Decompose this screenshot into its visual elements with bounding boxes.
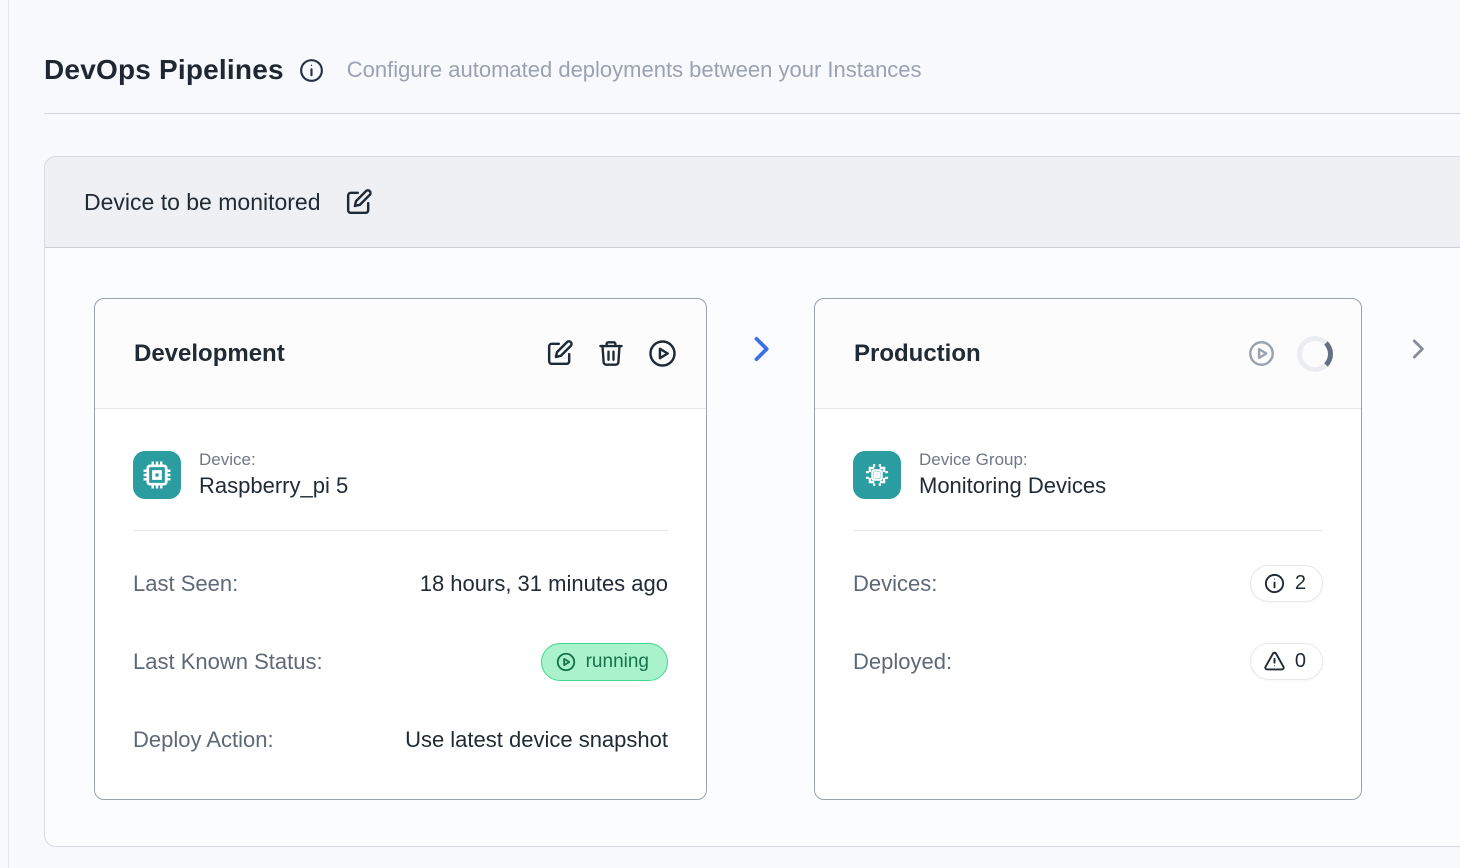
warning-triangle-icon (1263, 650, 1286, 673)
info-circle-icon[interactable] (298, 57, 325, 84)
pipeline-panel: Device to be monitored Development (44, 156, 1460, 847)
deployed-count: 0 (1295, 650, 1306, 673)
device-name: Raspberry_pi 5 (199, 472, 348, 501)
play-circle-icon[interactable] (1247, 339, 1276, 368)
stage-connector (707, 298, 814, 367)
page-header: DevOps Pipelines Configure automated dep… (44, 0, 1460, 114)
card-divider (853, 530, 1323, 531)
pipeline-stages: Development (45, 248, 1460, 846)
development-card-body: Device: Raspberry_pi 5 Last Seen: 18 hou… (95, 409, 706, 760)
development-stage-card: Development (94, 298, 707, 800)
header-divider (44, 113, 1460, 114)
devices-count-badge[interactable]: 2 (1250, 565, 1323, 602)
production-stage-card: Production (814, 298, 1362, 800)
last-seen-row: Last Seen: 18 hours, 31 minutes ago (133, 564, 668, 604)
last-seen-label: Last Seen: (133, 571, 238, 597)
loading-spinner (1297, 336, 1333, 372)
chevron-right-icon (743, 331, 779, 367)
last-known-status-label: Last Known Status: (133, 649, 323, 675)
trash-icon[interactable] (596, 338, 626, 369)
device-group-label: Device Group: (919, 449, 1106, 472)
deploy-action-label: Deploy Action: (133, 727, 274, 753)
status-badge-label: running (586, 651, 649, 673)
edit-pencil-square-icon[interactable] (343, 187, 374, 218)
development-card-header: Development (95, 299, 706, 409)
device-group-name: Monitoring Devices (919, 472, 1106, 501)
device-row: Device: Raspberry_pi 5 (133, 449, 668, 501)
stage-title-development: Development (134, 340, 285, 368)
production-card-body: Device Group: Monitoring Devices Devices… (815, 409, 1361, 682)
page-subtitle: Configure automated deployments between … (347, 57, 922, 83)
deploy-action-value: Use latest device snapshot (405, 727, 668, 753)
info-circle-icon (1263, 572, 1286, 595)
play-circle-icon (555, 651, 577, 673)
deployed-label: Deployed: (853, 649, 952, 675)
pipeline-name: Device to be monitored (84, 189, 321, 216)
production-card-header: Production (815, 299, 1361, 409)
devops-pipelines-page: DevOps Pipelines Configure automated dep… (0, 0, 1460, 868)
deploy-action-row: Deploy Action: Use latest device snapsho… (133, 720, 668, 760)
card-divider (133, 530, 668, 531)
play-circle-icon[interactable] (647, 338, 678, 369)
last-known-status-row: Last Known Status: running (133, 642, 668, 682)
chip-group-icon (853, 451, 901, 499)
devices-row: Devices: 2 (853, 564, 1323, 604)
deployed-count-badge[interactable]: 0 (1250, 643, 1323, 680)
edit-pencil-square-icon[interactable] (544, 338, 575, 369)
deployed-row: Deployed: 0 (853, 642, 1323, 682)
devices-count: 2 (1295, 572, 1306, 595)
pipeline-panel-header: Device to be monitored (45, 157, 1460, 248)
stage-title-production: Production (854, 340, 981, 368)
last-seen-value: 18 hours, 31 minutes ago (420, 571, 668, 597)
device-group-row: Device Group: Monitoring Devices (853, 449, 1323, 501)
page-title: DevOps Pipelines (44, 54, 284, 86)
chevron-right-icon[interactable] (1403, 298, 1433, 364)
status-badge: running (541, 643, 668, 681)
devices-label: Devices: (853, 571, 937, 597)
device-label: Device: (199, 449, 348, 472)
chip-icon (133, 451, 181, 499)
